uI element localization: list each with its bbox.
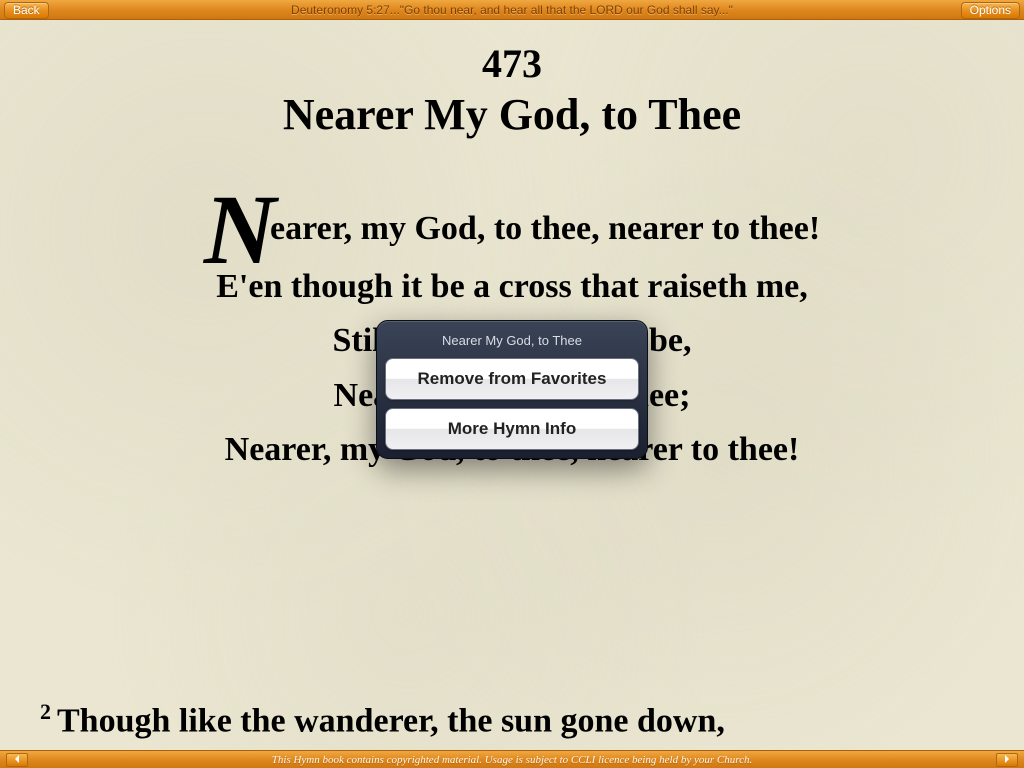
verse-2-text: Though like the wanderer, the sun gone d… bbox=[57, 702, 725, 739]
top-toolbar: Back Deuteronomy 5:27..."Go thou near, a… bbox=[0, 0, 1024, 20]
back-button[interactable]: Back bbox=[4, 2, 49, 19]
verse-2-line-1: 2Though like the wanderer, the sun gone … bbox=[40, 699, 984, 740]
dropcap: N bbox=[204, 200, 276, 260]
verse-1-line-2: E'en though it be a cross that raiseth m… bbox=[40, 260, 984, 314]
remove-from-favorites-button[interactable]: Remove from Favorites bbox=[385, 358, 639, 400]
previous-hymn-button[interactable] bbox=[6, 753, 28, 767]
chevron-left-icon bbox=[12, 751, 22, 768]
verse-1-line-1-rest: earer, my God, to thee, nearer to thee! bbox=[270, 210, 820, 247]
verse-1-line-1: Nearer, my God, to thee, nearer to thee! bbox=[204, 200, 820, 260]
copyright-notice: This Hymn book contains copyrighted mate… bbox=[272, 754, 752, 766]
popup-title: Nearer My God, to Thee bbox=[385, 333, 639, 348]
bottom-toolbar: This Hymn book contains copyrighted mate… bbox=[0, 750, 1024, 768]
verse-2-number: 2 bbox=[40, 699, 51, 724]
more-hymn-info-button[interactable]: More Hymn Info bbox=[385, 408, 639, 450]
scripture-reference: Deuteronomy 5:27..."Go thou near, and he… bbox=[291, 3, 733, 17]
hymn-number: 473 bbox=[40, 40, 984, 87]
options-button[interactable]: Options bbox=[961, 2, 1020, 19]
hymn-options-popup: Nearer My God, to Thee Remove from Favor… bbox=[376, 320, 648, 459]
chevron-right-icon bbox=[1002, 751, 1012, 768]
next-hymn-button[interactable] bbox=[996, 753, 1018, 767]
hymn-title: Nearer My God, to Thee bbox=[40, 89, 984, 140]
